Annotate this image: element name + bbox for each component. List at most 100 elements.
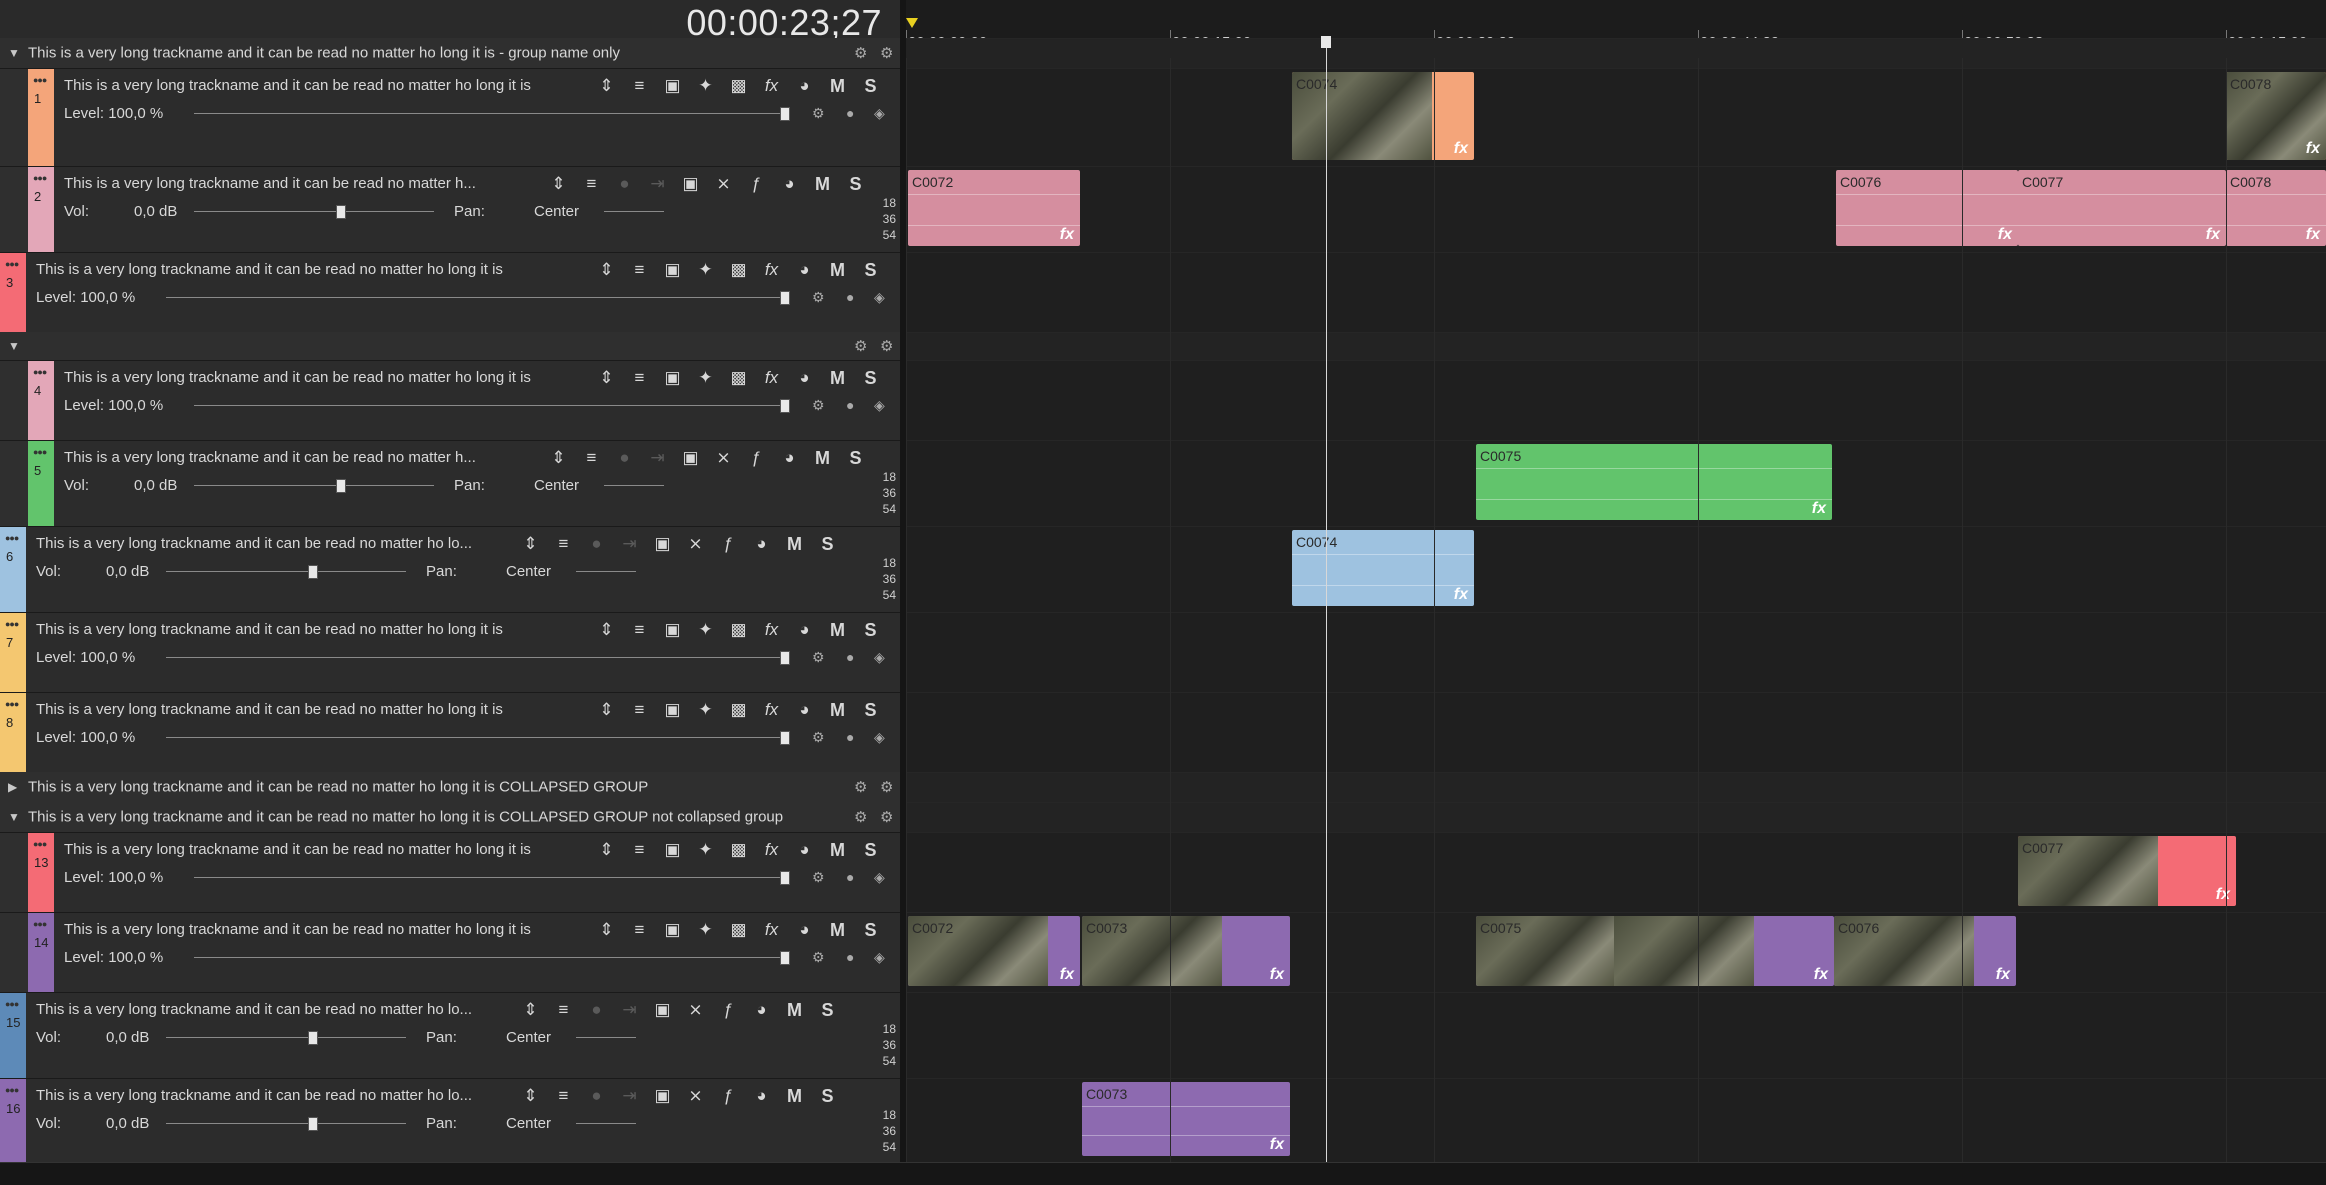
automation-icon[interactable]: ◕ xyxy=(788,917,821,943)
hide-icon[interactable]: ● xyxy=(846,397,854,413)
video-clip[interactable]: C0076 fx xyxy=(1834,916,2016,986)
video-clip[interactable]: C0074 fx xyxy=(1292,72,1474,160)
track-fx-button[interactable]: fx xyxy=(755,73,788,99)
motion-blur-icon[interactable]: ≡ xyxy=(623,917,656,943)
track-header[interactable]: ●●● 1 This is a very long trackname and it… xyxy=(0,68,900,166)
bottom-scrollbar[interactable] xyxy=(0,1162,2326,1185)
audio-clip[interactable]: C0074 fx xyxy=(1292,530,1474,606)
group-settings-icon[interactable]: ⚙ xyxy=(854,808,867,826)
track-header[interactable]: ●●● 6 This is a very long trackname and it… xyxy=(0,526,900,612)
audio-clip[interactable]: C0075 fx xyxy=(1476,444,1832,520)
track-menu-dots-icon[interactable]: ●●● xyxy=(33,447,47,457)
color-icon[interactable]: ✦ xyxy=(689,365,722,391)
pan-slider[interactable] xyxy=(576,571,636,572)
mute-button[interactable]: M xyxy=(821,257,854,283)
hide-icon[interactable]: ● xyxy=(846,289,854,305)
motion-blur-icon[interactable]: ≡ xyxy=(623,697,656,723)
clip-fx-icon[interactable]: fx xyxy=(1454,140,1468,158)
x-icon[interactable]: ⨯ xyxy=(679,1083,712,1109)
composite-mode-icon[interactable]: ◈ xyxy=(874,649,885,666)
track-color-strip[interactable]: ●●● 8 xyxy=(0,693,26,772)
compositing-icon[interactable]: ⇕ xyxy=(590,617,623,643)
output-icon[interactable]: ⇥ xyxy=(641,171,674,197)
audio-fx-icon[interactable]: ƒ xyxy=(740,171,773,197)
volume-slider[interactable] xyxy=(194,485,434,486)
color-icon[interactable]: ✦ xyxy=(689,917,722,943)
video-clip[interactable]: C0073 fx xyxy=(1082,916,1290,986)
pan-slider[interactable] xyxy=(604,485,664,486)
level-slider-knob[interactable] xyxy=(780,951,790,965)
track-menu-dots-icon[interactable]: ●●● xyxy=(33,173,47,183)
volume-slider[interactable] xyxy=(166,1037,406,1038)
bypass-icon[interactable]: ⚙ xyxy=(812,729,825,746)
track-name[interactable]: This is a very long trackname and it can… xyxy=(36,1001,526,1018)
input-monitor-icon[interactable]: ● xyxy=(580,531,613,557)
volume-slider-knob[interactable] xyxy=(308,1031,318,1045)
track-color-strip[interactable]: ●●● 14 xyxy=(28,913,54,992)
x-icon[interactable]: ⨯ xyxy=(679,531,712,557)
track-header[interactable]: ●●● 5 This is a very long trackname and it… xyxy=(0,440,900,526)
solo-button[interactable]: S xyxy=(854,837,887,863)
bypass-icon[interactable]: ⚙ xyxy=(812,649,825,666)
track-header[interactable]: ●●● 14 This is a very long trackname and i… xyxy=(0,912,900,992)
compositing-icon[interactable]: ⇕ xyxy=(590,257,623,283)
track-menu-dots-icon[interactable]: ●●● xyxy=(5,619,19,629)
audio-fx-icon[interactable]: ƒ xyxy=(712,531,745,557)
track-fx-button[interactable]: fx xyxy=(755,257,788,283)
track-motion-icon[interactable]: ▣ xyxy=(656,837,689,863)
composite-mode-icon[interactable]: ◈ xyxy=(874,729,885,746)
track-header[interactable]: ●●● 3 This is a very long trackname and it… xyxy=(0,252,900,332)
solo-button[interactable]: S xyxy=(811,997,844,1023)
automation-icon[interactable]: ◕ xyxy=(773,171,806,197)
clip-fx-icon[interactable]: fx xyxy=(1996,966,2010,984)
track-header[interactable]: ●●● 8 This is a very long trackname and it… xyxy=(0,692,900,772)
track-motion-icon[interactable]: ▣ xyxy=(656,73,689,99)
solo-button[interactable]: S xyxy=(854,73,887,99)
track-name[interactable]: This is a very long trackname and it can… xyxy=(36,1087,526,1104)
color-icon[interactable]: ✦ xyxy=(689,697,722,723)
track-fx-button[interactable]: fx xyxy=(755,917,788,943)
track-name[interactable]: This is a very long trackname and it can… xyxy=(64,175,526,192)
parent-icon[interactable]: ▩ xyxy=(722,257,755,283)
level-slider[interactable] xyxy=(194,957,780,958)
level-slider-knob[interactable] xyxy=(780,651,790,665)
playhead-handle[interactable] xyxy=(1321,36,1331,48)
collapse-triangle-icon[interactable]: ▼ xyxy=(8,46,20,60)
arm-record-icon[interactable]: ⇕ xyxy=(514,531,547,557)
mute-button[interactable]: M xyxy=(821,73,854,99)
mute-button[interactable]: M xyxy=(778,1083,811,1109)
channel-icon[interactable]: ▣ xyxy=(646,531,679,557)
track-fx-button[interactable]: fx xyxy=(755,837,788,863)
track-name[interactable]: This is a very long trackname and it can… xyxy=(64,921,614,938)
track-menu-dots-icon[interactable]: ●●● xyxy=(5,259,19,269)
composite-mode-icon[interactable]: ◈ xyxy=(874,397,885,414)
arm-record-icon[interactable]: ⇕ xyxy=(514,1083,547,1109)
track-motion-icon[interactable]: ▣ xyxy=(656,617,689,643)
pan-value[interactable]: Center xyxy=(534,203,579,220)
hide-icon[interactable]: ● xyxy=(846,949,854,965)
input-monitor-icon[interactable]: ● xyxy=(608,171,641,197)
audio-clip[interactable]: C0072 fx xyxy=(908,170,1080,246)
track-name[interactable]: This is a very long trackname and it can… xyxy=(64,841,614,858)
track-color-strip[interactable]: ●●● 2 xyxy=(28,167,54,252)
track-motion-icon[interactable]: ▣ xyxy=(656,365,689,391)
parent-icon[interactable]: ▩ xyxy=(722,697,755,723)
group-header[interactable]: ▼ This is a very long trackname and it ca… xyxy=(0,38,900,68)
motion-blur-icon[interactable]: ≡ xyxy=(623,257,656,283)
group-fx-icon[interactable]: ⚙ xyxy=(880,337,893,355)
track-fx-button[interactable]: fx xyxy=(755,697,788,723)
video-clip[interactable]: C0077 fx xyxy=(2018,836,2236,906)
volume-slider[interactable] xyxy=(166,1123,406,1124)
motion-blur-icon[interactable]: ≡ xyxy=(623,73,656,99)
track-menu-dots-icon[interactable]: ●●● xyxy=(5,533,19,543)
solo-button[interactable]: S xyxy=(854,257,887,283)
audio-clip[interactable]: C0073 fx xyxy=(1082,1082,1290,1156)
motion-blur-icon[interactable]: ≡ xyxy=(623,617,656,643)
track-color-strip[interactable]: ●●● 15 xyxy=(0,993,26,1078)
track-name[interactable]: This is a very long trackname and it can… xyxy=(36,535,526,552)
channel-icon[interactable]: ▣ xyxy=(646,1083,679,1109)
channel-icon[interactable]: ▣ xyxy=(674,171,707,197)
group-fx-icon[interactable]: ⚙ xyxy=(880,808,893,826)
collapse-triangle-icon[interactable]: ▼ xyxy=(8,810,20,824)
color-icon[interactable]: ✦ xyxy=(689,257,722,283)
